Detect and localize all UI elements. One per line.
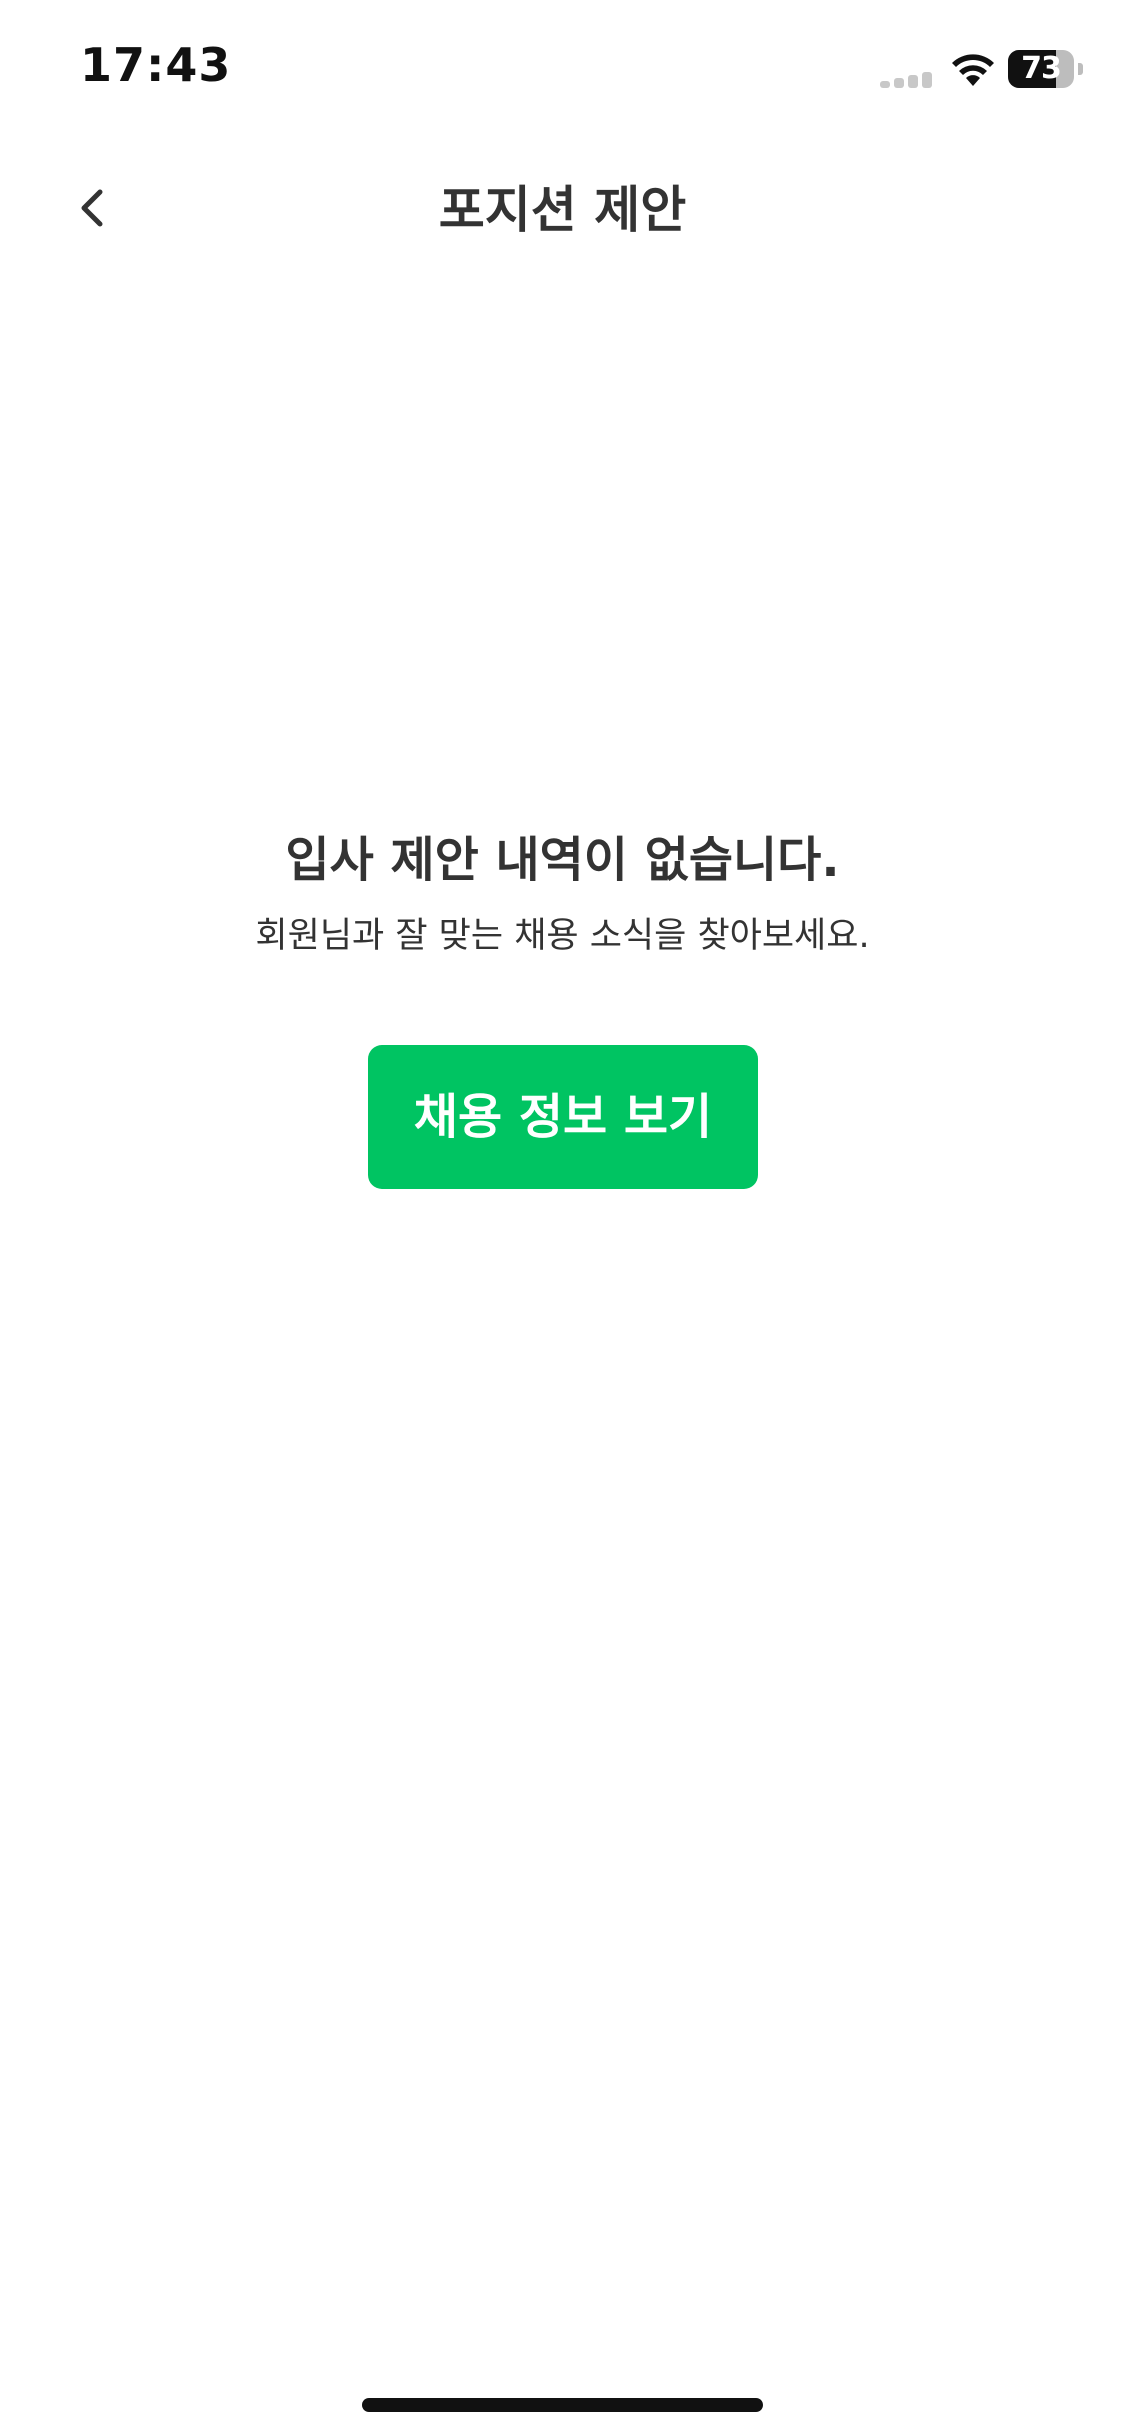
- home-indicator[interactable]: [362, 2398, 763, 2412]
- screen: 17:43 73 포지션 제안 입사 제안 내역이 없습니다. 회원님과 잘 맞…: [0, 0, 1125, 2436]
- battery-percent: 73: [1021, 51, 1062, 86]
- view-jobs-button[interactable]: 채용 정보 보기: [368, 1045, 758, 1189]
- cellular-signal-icon: [880, 72, 936, 88]
- back-button[interactable]: [56, 174, 128, 246]
- status-time: 17:43: [80, 38, 232, 92]
- page-title: 포지션 제안: [438, 181, 687, 239]
- chevron-left-icon: [72, 184, 112, 236]
- status-bar: 17:43 73: [0, 0, 1125, 140]
- battery-icon: 73: [1008, 50, 1083, 88]
- battery-cap: [1078, 63, 1083, 75]
- wifi-icon: [950, 50, 996, 88]
- navigation-bar: 포지션 제안: [0, 150, 1125, 270]
- empty-state-title: 입사 제안 내역이 없습니다.: [285, 832, 840, 888]
- empty-state: 입사 제안 내역이 없습니다. 회원님과 잘 맞는 채용 소식을 찾아보세요.: [0, 820, 1125, 964]
- battery-body: 73: [1008, 50, 1074, 88]
- empty-state-subtitle: 회원님과 잘 맞는 채용 소식을 찾아보세요.: [255, 916, 870, 956]
